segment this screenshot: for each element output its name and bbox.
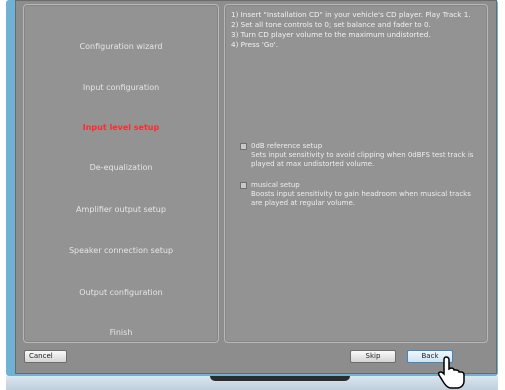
sidebar-item-amplifier-output-setup[interactable]: Amplifier output setup (24, 205, 218, 214)
sidebar-item-output-configuration[interactable]: Output configuration (24, 288, 218, 297)
steps-sidebar: Configuration wizard Input configuration… (23, 4, 219, 343)
sidebar-item-finish[interactable]: Finish (24, 328, 218, 337)
checkbox-0db-reference[interactable] (240, 143, 247, 150)
instruction-line: 2) Set all tone controls to 0; set balan… (231, 20, 431, 29)
sidebar-item-input-configuration[interactable]: Input configuration (24, 83, 218, 92)
option-description: Boosts input sensitivity to gain headroo… (251, 190, 471, 198)
content-panel: 1) Insert "Installation CD" in your vehi… (224, 4, 488, 343)
option-description: are played at regular volume. (251, 199, 356, 207)
hand-cursor-icon (437, 356, 465, 389)
instruction-line: 3) Turn CD player volume to the maximum … (231, 30, 431, 39)
taskbar-edge (210, 376, 350, 381)
option-description: played at max undistorted volume. (251, 160, 375, 168)
cancel-button[interactable]: Cancel (24, 350, 67, 363)
option-description: Sets input sensitivity to avoid clipping… (251, 151, 474, 159)
skip-button[interactable]: Skip (350, 350, 396, 363)
option-0db-reference[interactable]: 0dB reference setup Sets input sensitivi… (240, 142, 480, 169)
instruction-line: 1) Insert "Installation CD" in your vehi… (231, 10, 471, 19)
option-musical-setup[interactable]: musical setup Boosts input sensitivity t… (240, 181, 480, 208)
sidebar-item-input-level-setup[interactable]: Input level setup (24, 123, 218, 132)
sidebar-item-de-equalization[interactable]: De-equalization (24, 163, 218, 172)
instructions-text: 1) Insert "Installation CD" in your vehi… (231, 10, 483, 50)
sidebar-item-speaker-connection-setup[interactable]: Speaker connection setup (24, 246, 218, 255)
checkbox-musical-setup[interactable] (240, 182, 247, 189)
option-label: musical setup (251, 181, 300, 189)
instruction-line: 4) Press 'Go'. (231, 40, 279, 49)
wizard-window: Configuration wizard Input configuration… (15, 0, 497, 374)
sidebar-item-configuration-wizard[interactable]: Configuration wizard (24, 42, 218, 51)
option-label: 0dB reference setup (251, 142, 323, 150)
